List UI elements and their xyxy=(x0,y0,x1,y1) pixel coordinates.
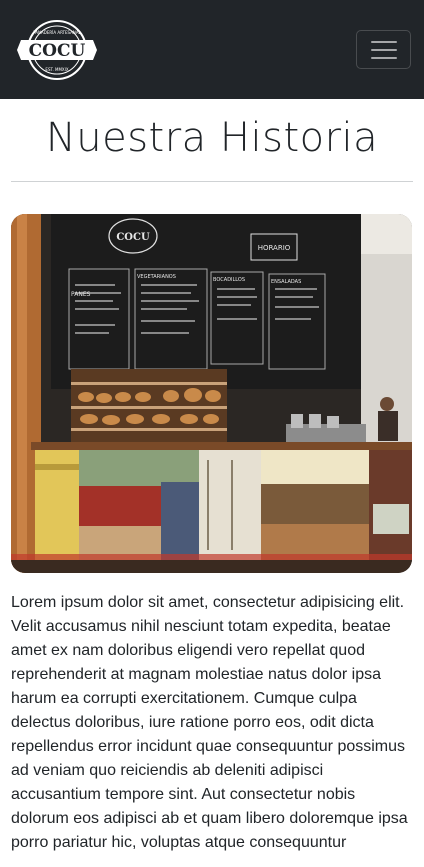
menu-section-vegetarianos: VEGETARIANOS xyxy=(137,274,176,280)
story-paragraph: Lorem ipsum dolor sit amet, consectetur … xyxy=(11,594,408,851)
menu-section-ensaladas: ENSALADAS xyxy=(271,279,301,285)
menu-board-logo: COCU xyxy=(116,232,150,243)
hamburger-menu-icon-bar xyxy=(370,56,397,59)
cafe-interior-illustration: COCU HORARIO PANES VEGETARIANOS BOCADILL… xyxy=(11,214,412,573)
cocu-logo: COCU PANADERÍA ARTESANAL EST. MMXIX xyxy=(17,19,97,80)
menu-section-bocadillos: BOCADILLOS xyxy=(213,277,245,283)
logo-wordmark: COCU xyxy=(29,41,86,61)
menu-board-horario: HORARIO xyxy=(258,244,291,252)
navbar-toggler-button[interactable] xyxy=(356,30,411,69)
logo-arc-bottom: EST. MMXIX xyxy=(45,67,68,72)
page-title: Nuestra Historia xyxy=(45,115,379,161)
menu-section-panes: PANES xyxy=(71,291,91,298)
brand-logo-link[interactable]: COCU PANADERÍA ARTESANAL EST. MMXIX xyxy=(17,19,97,81)
title-divider xyxy=(11,181,413,182)
cafe-interior-image: COCU HORARIO PANES VEGETARIANOS BOCADILL… xyxy=(11,214,412,573)
hamburger-menu-icon xyxy=(370,40,397,43)
logo-arc-top: PANADERÍA ARTESANAL xyxy=(33,30,81,35)
hamburger-menu-icon-bar xyxy=(370,48,397,51)
top-navbar: COCU PANADERÍA ARTESANAL EST. MMXIX xyxy=(0,0,424,99)
